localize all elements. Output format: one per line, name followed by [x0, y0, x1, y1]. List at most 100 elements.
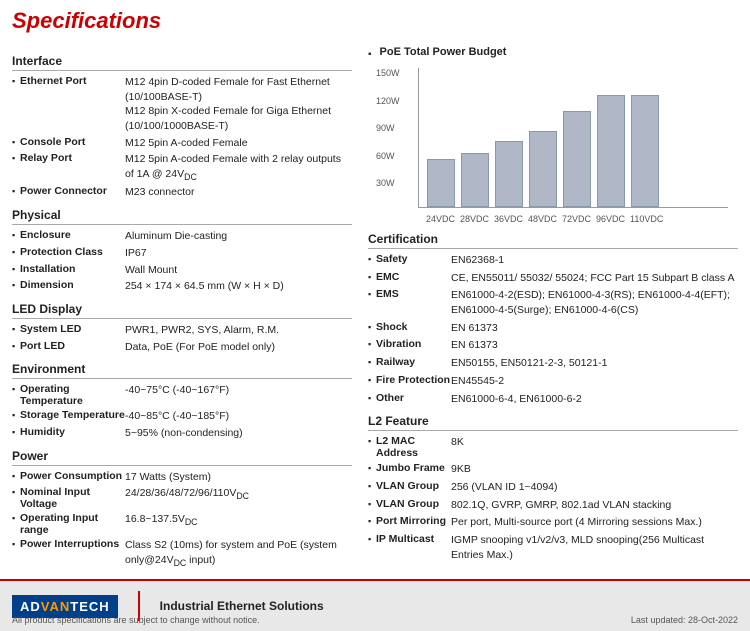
spec-label: Operating Temperature	[20, 383, 125, 407]
section-certification: Certification	[368, 232, 738, 249]
cert-label: VLAN Group	[376, 480, 451, 492]
spec-row: ▪ Installation Wall Mount	[12, 263, 352, 278]
interface-items: ▪ Ethernet Port M12 4pin D-coded Female …	[12, 75, 352, 200]
chart-title: PoE Total Power Budget	[380, 46, 507, 58]
bullet: ▪	[12, 230, 20, 240]
bar-24v	[427, 159, 455, 207]
cert-value: 8K	[451, 435, 738, 450]
cert-value: EN61000-6-4, EN61000-6-2	[451, 392, 738, 407]
y-label: 90W	[376, 123, 400, 133]
spec-label: Protection Class	[20, 246, 125, 258]
bullet: ▪	[12, 471, 20, 481]
bar-group	[563, 111, 591, 207]
cert-label: EMS	[376, 288, 451, 300]
cert-label: Vibration	[376, 338, 451, 350]
led-items: ▪ System LED PWR1, PWR2, SYS, Alarm, R.M…	[12, 323, 352, 354]
logo-ad: AD	[20, 599, 41, 614]
spec-row: ▪ Operating Temperature -40~75°C (-40~16…	[12, 383, 352, 407]
chart-y-labels: 150W 120W 90W 60W 30W	[376, 68, 400, 188]
spec-label: Power Consumption	[20, 470, 125, 482]
x-label: 48VDC	[528, 214, 556, 224]
spec-value: 24/28/36/48/72/96/110VDC	[125, 486, 352, 502]
spec-value: Class S2 (10ms) for system and PoE (syst…	[125, 538, 352, 569]
x-label: 96VDC	[596, 214, 624, 224]
spec-label: Port LED	[20, 340, 125, 352]
cert-row: ▪ Other EN61000-6-4, EN61000-6-2	[368, 392, 738, 407]
spec-row: ▪ Dimension 254 × 174 × 64.5 mm (W × H ×…	[12, 279, 352, 294]
bullet: ▪	[12, 539, 20, 549]
cert-label: Fire Protection	[376, 374, 451, 386]
x-label: 72VDC	[562, 214, 590, 224]
cert-row: ▪ Railway EN50155, EN50121-2-3, 50121-1	[368, 356, 738, 371]
chart-x-labels: 24VDC 28VDC 36VDC 48VDC 72VDC 96VDC 110V…	[418, 212, 738, 224]
spec-row: ▪ Power Consumption 17 Watts (System)	[12, 470, 352, 485]
spec-value: 254 × 174 × 64.5 mm (W × H × D)	[125, 279, 352, 294]
bullet: ▪	[12, 264, 20, 274]
spec-label: System LED	[20, 323, 125, 335]
right-column: ▪ PoE Total Power Budget 150W 120W 90W 6…	[368, 46, 738, 571]
bullet: ▪	[368, 289, 376, 299]
spec-value: M23 connector	[125, 185, 352, 200]
spec-label: Relay Port	[20, 152, 125, 164]
spec-row: ▪ Nominal Input Voltage 24/28/36/48/72/9…	[12, 486, 352, 510]
spec-value: Aluminum Die-casting	[125, 229, 352, 244]
bar-group	[597, 95, 625, 207]
cert-label: VLAN Group	[376, 498, 451, 510]
bar-group	[427, 159, 455, 207]
spec-label: Operating Input range	[20, 512, 125, 536]
cert-row: ▪ Port Mirroring Per port, Multi-source …	[368, 515, 738, 530]
spec-value: Wall Mount	[125, 263, 352, 278]
bullet: ▪	[368, 322, 376, 332]
cert-label: L2 MAC Address	[376, 435, 451, 459]
cert-row: ▪ Vibration EN 61373	[368, 338, 738, 353]
spec-value: M12 5pin A-coded Female	[125, 136, 352, 151]
bar-36v	[495, 141, 523, 207]
spec-row: ▪ Ethernet Port M12 4pin D-coded Female …	[12, 75, 352, 134]
spec-row: ▪ Console Port M12 5pin A-coded Female	[12, 136, 352, 151]
spec-row: ▪ Port LED Data, PoE (For PoE model only…	[12, 340, 352, 355]
spec-row: ▪ Power Connector M23 connector	[12, 185, 352, 200]
spec-value: 5~95% (non-condensing)	[125, 426, 352, 441]
physical-items: ▪ Enclosure Aluminum Die-casting ▪ Prote…	[12, 229, 352, 294]
cert-row: ▪ L2 MAC Address 8K	[368, 435, 738, 459]
spec-row: ▪ Power Interruptions Class S2 (10ms) fo…	[12, 538, 352, 569]
cert-row: ▪ Jumbo Frame 9KB	[368, 462, 738, 477]
footer-tagline: Industrial Ethernet Solutions	[160, 599, 324, 613]
bar-group	[461, 153, 489, 207]
cert-value: 9KB	[451, 462, 738, 477]
chart-bars	[419, 87, 728, 207]
spec-label: Dimension	[20, 279, 125, 291]
bar-96v	[597, 95, 625, 207]
cert-label: Safety	[376, 253, 451, 265]
bullet: ▪	[12, 186, 20, 196]
environment-items: ▪ Operating Temperature -40~75°C (-40~16…	[12, 383, 352, 440]
section-led: LED Display	[12, 302, 352, 319]
spec-label: Enclosure	[20, 229, 125, 241]
bullet: ▪	[368, 339, 376, 349]
spec-row: ▪ Storage Temperature -40~85°C (-40~185°…	[12, 409, 352, 424]
cert-value: Per port, Multi-source port (4 Mirroring…	[451, 515, 738, 530]
chart-container	[418, 68, 728, 208]
spec-label: Humidity	[20, 426, 125, 438]
logo-tech: TECH	[70, 599, 109, 614]
spec-label: Power Interruptions	[20, 538, 125, 550]
bullet: ▪	[368, 436, 376, 446]
section-interface: Interface	[12, 54, 352, 71]
bar-48v	[529, 131, 557, 207]
bullet: ▪	[368, 375, 376, 385]
cert-row: ▪ Safety EN62368-1	[368, 253, 738, 268]
spec-value: IP67	[125, 246, 352, 261]
bullet: ▪	[12, 153, 20, 163]
spec-value: M12 4pin D-coded Female for Fast Etherne…	[125, 75, 352, 134]
bullet: ▪	[368, 272, 376, 282]
certification-items: ▪ Safety EN62368-1 ▪ EMC CE, EN55011/ 55…	[368, 253, 738, 406]
spec-value: M12 5pin A-coded Female with 2 relay out…	[125, 152, 352, 183]
spec-value: -40~85°C (-40~185°F)	[125, 409, 352, 424]
bullet: ▪	[12, 247, 20, 257]
bullet: ▪	[368, 534, 376, 544]
power-items: ▪ Power Consumption 17 Watts (System) ▪ …	[12, 470, 352, 570]
bar-group	[495, 141, 523, 207]
spec-label: Power Connector	[20, 185, 125, 197]
section-environment: Environment	[12, 362, 352, 379]
bullet: ▪	[368, 393, 376, 403]
